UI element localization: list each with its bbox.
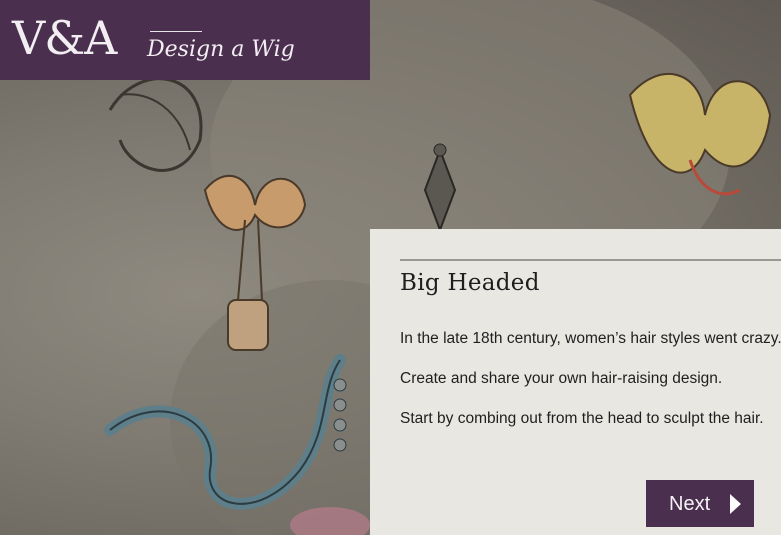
next-button-label: Next <box>669 493 711 515</box>
app-title: Design a Wig <box>147 37 295 62</box>
intro-paragraph: Create and share your own hair-raising d… <box>400 370 723 387</box>
play-arrow-icon <box>730 494 741 514</box>
panel-divider <box>400 259 781 261</box>
app-header: V&A Design a Wig <box>0 0 370 80</box>
intro-panel: Big Headed In the late 18th century, wom… <box>370 229 781 535</box>
header-divider <box>150 31 202 32</box>
intro-heading: Big Headed <box>400 270 540 296</box>
intro-paragraph: In the late 18th century, women’s hair s… <box>400 330 781 347</box>
intro-paragraph: Start by combing out from the head to sc… <box>400 410 764 427</box>
next-button[interactable]: Next <box>646 480 754 527</box>
va-logo[interactable]: V&A <box>12 8 117 68</box>
